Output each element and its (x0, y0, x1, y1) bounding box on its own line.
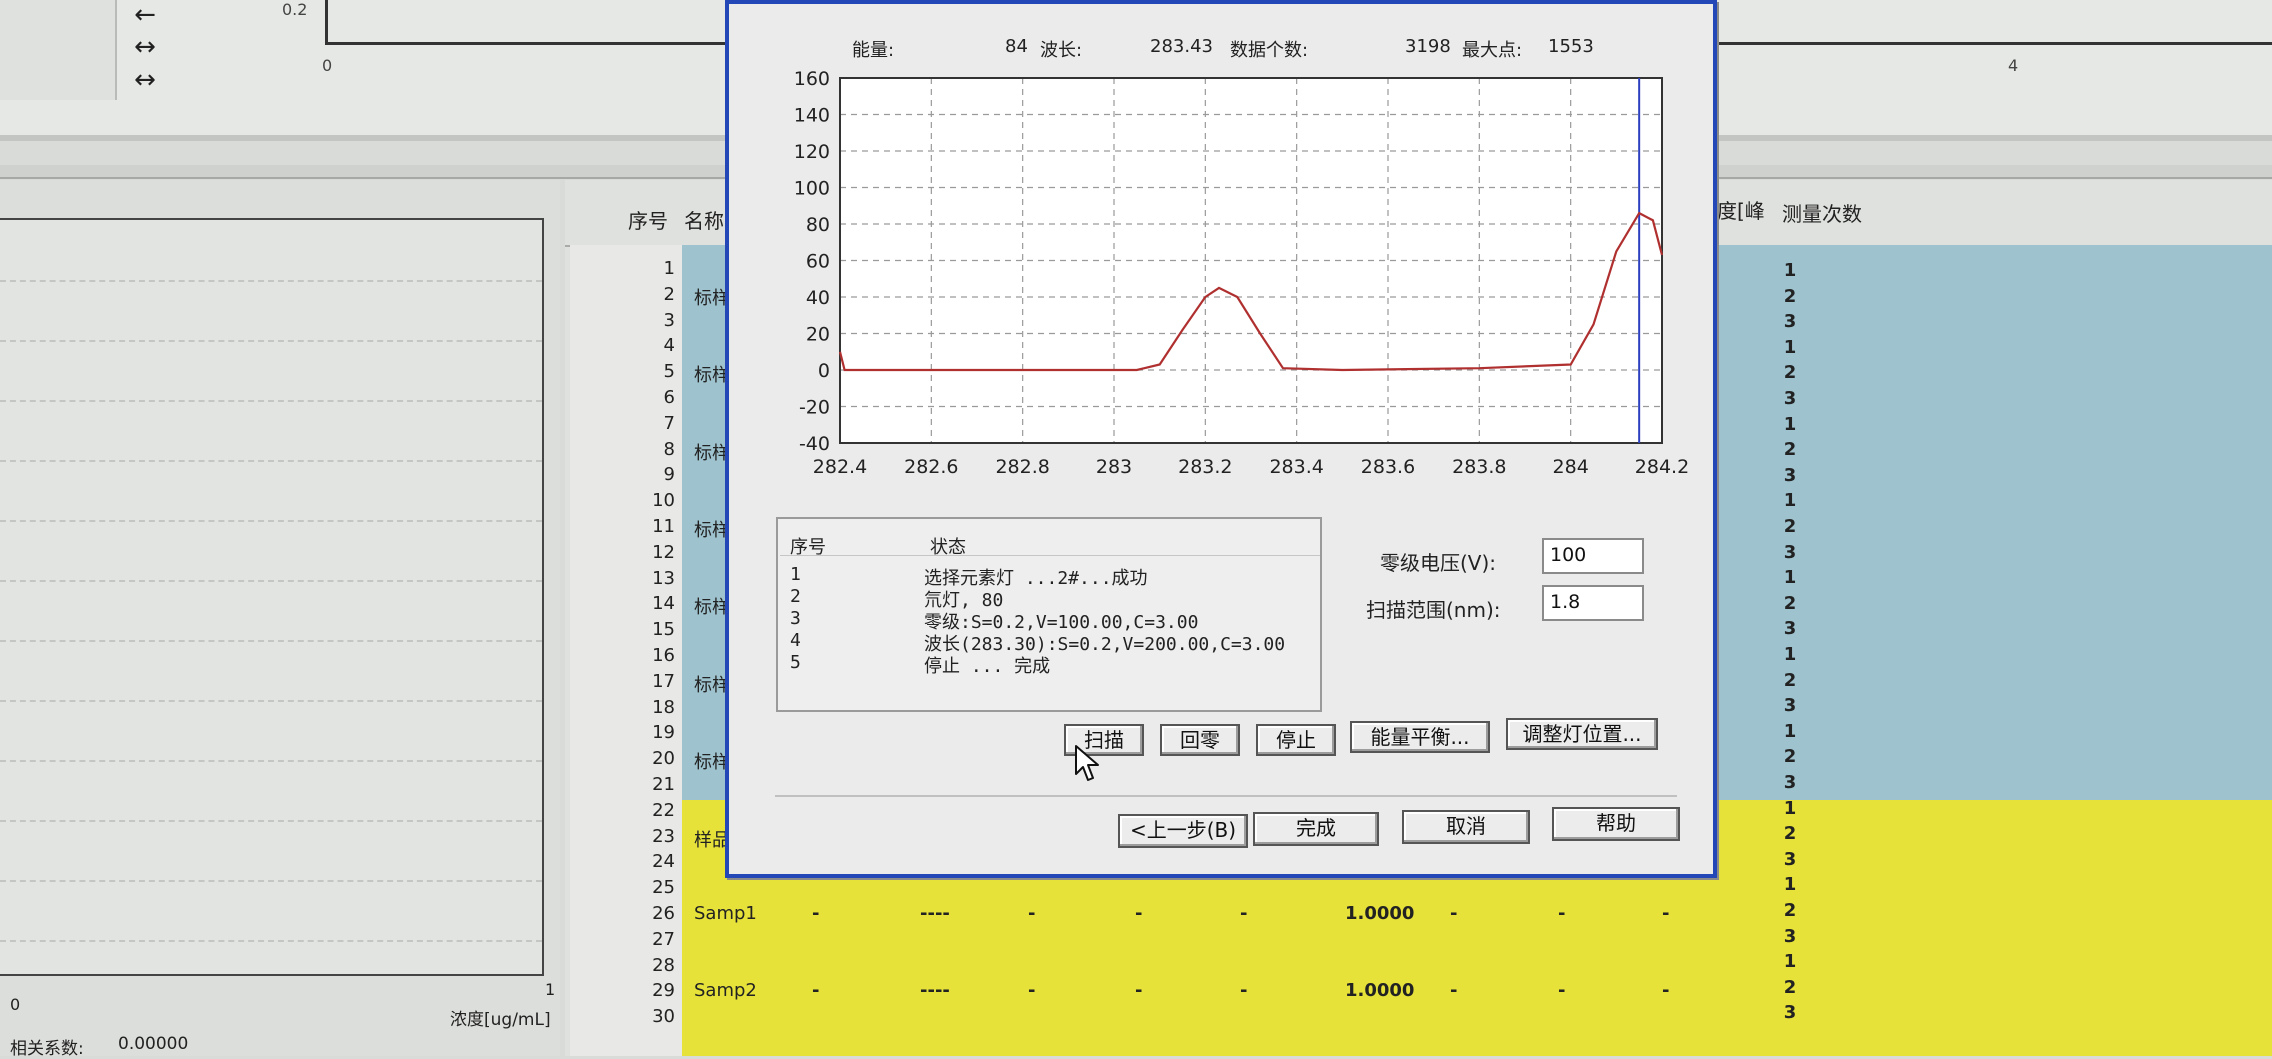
y-tick-label: 20 (806, 324, 830, 346)
y-tick-label: 120 (794, 141, 830, 163)
prev-step-button[interactable]: <上一步(B) (1118, 814, 1248, 848)
status-row-number: 5 (790, 652, 801, 673)
help-button[interactable]: 帮助 (1552, 807, 1680, 841)
cancel-button[interactable]: 取消 (1402, 810, 1530, 844)
energy-balance-button[interactable]: 能量平衡... (1350, 721, 1490, 753)
y-tick-label: 80 (806, 214, 830, 236)
zero-button[interactable]: 回零 (1160, 724, 1240, 756)
status-row-number: 4 (790, 630, 801, 651)
x-tick-label: 282.6 (904, 456, 958, 478)
y-tick-label: -40 (799, 433, 830, 455)
status-row-number: 3 (790, 608, 801, 629)
y-tick-label: 140 (794, 105, 830, 127)
scan-range-label: 扫描范围(nm): (1366, 598, 1501, 622)
zero-voltage-label: 零级电压(V): (1380, 551, 1497, 575)
x-tick-label: 282.8 (995, 456, 1049, 478)
adjust-lamp-button[interactable]: 调整灯位置... (1506, 718, 1658, 750)
x-tick-label: 283.4 (1269, 456, 1323, 478)
x-tick-label: 283 (1096, 456, 1132, 478)
y-tick-label: -20 (799, 397, 830, 419)
y-tick-label: 60 (806, 251, 830, 273)
status-row-text: 停止 ... 完成 (924, 656, 1051, 677)
x-tick-label: 282.4 (813, 456, 867, 478)
mouse-cursor-icon (1075, 745, 1099, 781)
x-tick-label: 283.2 (1178, 456, 1232, 478)
x-tick-label: 283.8 (1452, 456, 1506, 478)
x-tick-label: 284 (1553, 456, 1589, 478)
y-tick-label: 160 (794, 68, 830, 90)
y-tick-label: 100 (794, 178, 830, 200)
status-header-divider (780, 555, 1320, 556)
y-tick-label: 0 (818, 360, 830, 382)
status-row-number: 1 (790, 564, 801, 585)
status-row-number: 2 (790, 586, 801, 607)
x-tick-label: 284.2 (1635, 456, 1689, 478)
dialog-separator (775, 795, 1677, 797)
stop-button[interactable]: 停止 (1256, 724, 1336, 756)
scan-range-input[interactable]: 1.8 (1542, 585, 1644, 621)
x-tick-label: 283.6 (1361, 456, 1415, 478)
zero-voltage-input[interactable]: 100 (1542, 538, 1644, 574)
y-tick-label: 40 (806, 287, 830, 309)
finish-button[interactable]: 完成 (1253, 812, 1379, 846)
